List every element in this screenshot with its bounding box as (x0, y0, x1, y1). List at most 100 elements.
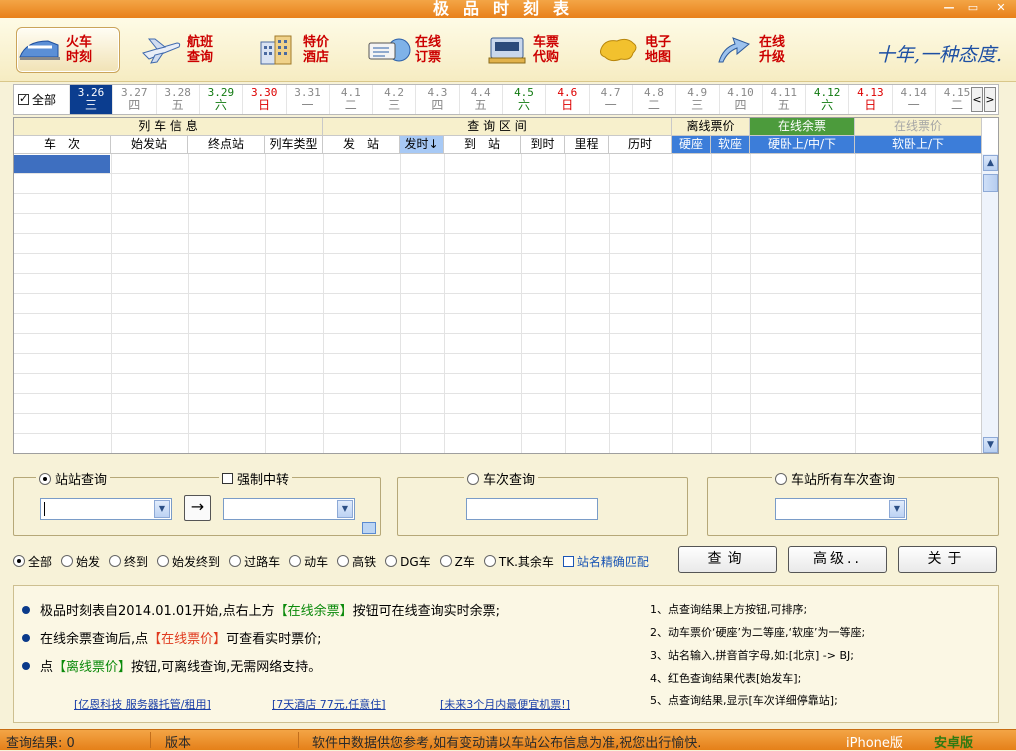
force-transfer-checkbox[interactable]: 强制中转 (219, 469, 293, 488)
results-grid[interactable]: 列 车 信 息 查 询 区 间 离线票价 在线余票 在线票价 车 次 始发站 终… (13, 117, 999, 454)
train-query-radio[interactable]: 车次查询 (464, 469, 539, 488)
android-link[interactable]: 安卓版 (934, 732, 973, 751)
scroll-thumb[interactable] (983, 174, 998, 192)
col-arrive-station[interactable]: 到 站 (444, 136, 521, 154)
ad-link-flights[interactable]: [未来3个月内最便宜机票!] (440, 696, 570, 712)
weekday-label: 三 (84, 98, 97, 112)
date-tab[interactable]: 4.11 五 (761, 85, 805, 114)
date-tab[interactable]: 4.8 二 (631, 85, 675, 114)
col-arrive-time[interactable]: 到时 (521, 136, 565, 154)
filter-option[interactable]: 终到 (109, 553, 148, 570)
ad-link-hosting[interactable]: [亿恩科技 服务器托管/租用] (74, 696, 211, 712)
date-tab[interactable]: 3.28 五 (155, 85, 199, 114)
col-distance[interactable]: 里程 (565, 136, 609, 154)
online-booking-button[interactable]: 在线 订票 (366, 27, 458, 73)
date-tab[interactable]: 3.30 日 (242, 85, 285, 114)
date-tab[interactable]: 4.7 一 (588, 85, 632, 114)
col-hard-sleeper[interactable]: 硬卧上/中/下 (750, 136, 855, 154)
advanced-button[interactable]: 高级.. (788, 546, 887, 573)
col-soft-sleeper[interactable]: 软卧上/下 (855, 136, 982, 154)
date-tab[interactable]: 3.29 六 (198, 85, 242, 114)
date-tab[interactable]: 4.1 二 (328, 85, 372, 114)
close-button[interactable]: ✕ (992, 1, 1010, 16)
col-duration[interactable]: 历时 (609, 136, 672, 154)
vertical-scrollbar[interactable]: ▲ ▼ (981, 154, 998, 453)
notice-text: 软件中数据供您参考,如有变动请以车站公布信息为准,祝您出行愉快. (312, 736, 702, 751)
col-train-no[interactable]: 车 次 (14, 136, 111, 154)
col-depart-station[interactable]: 发 站 (323, 136, 400, 154)
all-trains-radio[interactable]: 车站所有车次查询 (772, 469, 899, 488)
ad-link-hotel[interactable]: [7天酒店 77元,任意住] (272, 696, 386, 712)
filter-option[interactable]: 全部 (13, 553, 52, 570)
date-prev-button[interactable]: < (971, 87, 983, 112)
flight-query-button[interactable]: 航班 查询 (138, 27, 230, 73)
date-tab[interactable]: 4.9 三 (675, 85, 718, 114)
filter-option[interactable]: 高铁 (337, 553, 376, 570)
online-price-button[interactable]: 在线票价 (855, 118, 982, 136)
radio-icon (39, 472, 51, 485)
select-all-checkbox[interactable]: 全部 (14, 85, 69, 114)
filter-option[interactable]: 过路车 (229, 553, 280, 570)
info-text: 点 (40, 660, 54, 675)
col-terminal[interactable]: 终点站 (188, 136, 265, 154)
e-map-button[interactable]: 电子 地图 (596, 27, 688, 73)
exact-match-checkbox[interactable]: 站名精确匹配 (562, 553, 649, 570)
scroll-down-icon[interactable]: ▼ (983, 437, 998, 453)
selected-row[interactable] (14, 155, 110, 173)
col-depart-time[interactable]: 发时↓ (400, 136, 444, 154)
date-tab[interactable]: 4.3 四 (415, 85, 458, 114)
iphone-link[interactable]: iPhone版 (846, 732, 903, 751)
chevron-down-icon[interactable]: ▼ (889, 500, 905, 518)
column-divider (521, 154, 522, 453)
calendar-icon[interactable] (362, 522, 376, 534)
station-query-radio[interactable]: 站站查询 (36, 469, 111, 488)
minimize-button[interactable]: — (940, 1, 958, 16)
online-remaining-button[interactable]: 在线余票 (750, 118, 855, 136)
date-tab[interactable]: 4.14 一 (891, 85, 935, 114)
date-tab[interactable]: 4.2 三 (372, 85, 415, 114)
filter-option[interactable]: 动车 (289, 553, 328, 570)
date-tab[interactable]: 4.5 六 (502, 85, 545, 114)
query-button[interactable]: 查询 (678, 546, 777, 573)
col-origin[interactable]: 始发站 (111, 136, 188, 154)
ticket-machine-icon (484, 31, 530, 69)
ticket-agent-button[interactable]: 车票 代购 (484, 27, 576, 73)
col-train-type[interactable]: 列车类型 (265, 136, 323, 154)
filter-label: 高铁 (352, 554, 377, 569)
date-tab[interactable]: 3.31 一 (285, 85, 329, 114)
filter-option[interactable]: 始发终到 (157, 553, 220, 570)
to-station-combo[interactable]: ▼ (223, 498, 355, 520)
date-tab[interactable]: 4.10 四 (718, 85, 762, 114)
filter-option[interactable]: DG车 (385, 553, 431, 570)
about-button[interactable]: 关于 (898, 546, 997, 573)
maximize-button[interactable]: ▭ (964, 1, 982, 16)
weekday-label: 五 (474, 98, 487, 112)
filter-option[interactable]: Z车 (439, 553, 475, 570)
date-tab[interactable]: 3.26 三 (69, 85, 112, 114)
filter-option[interactable]: 始发 (61, 553, 100, 570)
date-tab[interactable]: 3.27 四 (112, 85, 155, 114)
train-number-input[interactable] (466, 498, 598, 520)
train-type-filters: 全部 始发 终到 始发终到 过路车 动车 高铁 DG车 Z车 TK.其余车 站名精确匹配 (13, 552, 658, 570)
hotel-deals-button[interactable]: 特价 酒店 (254, 27, 346, 73)
col-soft-seat[interactable]: 软座 (711, 136, 750, 154)
from-station-combo[interactable]: ▼ (40, 498, 172, 520)
bullet-icon (22, 661, 30, 670)
chevron-down-icon[interactable]: ▼ (337, 500, 353, 518)
station-combo[interactable]: ▼ (775, 498, 907, 520)
date-tab[interactable]: 4.13 日 (848, 85, 891, 114)
offline-price-button[interactable]: 离线票价 (672, 118, 750, 136)
info-panel: 极品时刻表自2014.01.01开始,点右上方 【在线余票】 按钮可在线查询实时余票… (13, 585, 999, 723)
filter-option[interactable]: TK.其余车 (483, 553, 554, 570)
train-timetable-button[interactable]: 火车 时刻 (16, 27, 120, 73)
chevron-down-icon[interactable]: ▼ (154, 500, 170, 518)
date-tab[interactable]: 4.6 日 (545, 85, 588, 114)
col-hard-seat[interactable]: 硬座 (672, 136, 711, 154)
train-query-group: 车次查询 (397, 469, 688, 536)
date-tab[interactable]: 4.4 五 (458, 85, 502, 114)
date-next-button[interactable]: > (984, 87, 996, 112)
date-tab[interactable]: 4.12 六 (805, 85, 848, 114)
scroll-up-icon[interactable]: ▲ (983, 155, 998, 171)
swap-stations-button[interactable]: → (184, 495, 211, 521)
online-upgrade-button[interactable]: 在线 升级 (710, 27, 802, 73)
